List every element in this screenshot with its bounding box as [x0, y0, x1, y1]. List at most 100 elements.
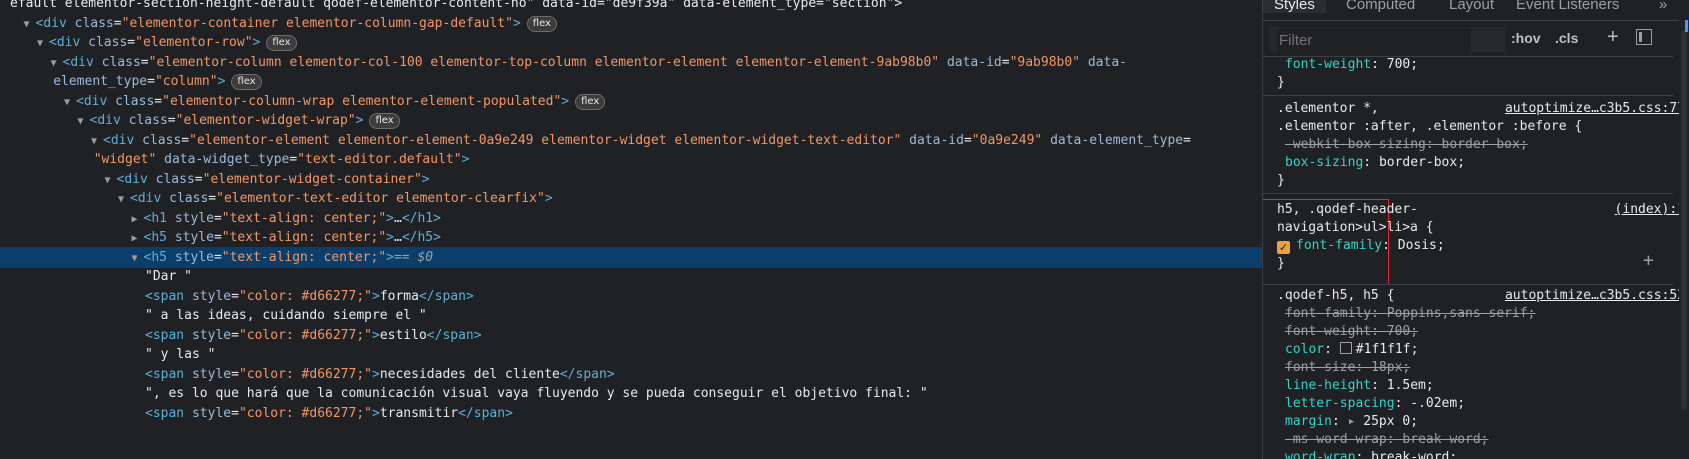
rule-source-link[interactable]: autoptimize…c3b5.css:52	[1505, 287, 1685, 305]
style-property-overridden[interactable]: -webkit-box-sizing: border-box;	[1285, 136, 1528, 154]
toggle-sidebar-icon[interactable]	[1636, 29, 1652, 45]
class-toggle-button[interactable]: .cls	[1555, 30, 1578, 46]
dom-token: "	[135, 35, 143, 50]
checkbox-checked-icon[interactable]: ✓	[1277, 241, 1290, 254]
dom-token: span	[152, 405, 185, 421]
rule-selector[interactable]: .elementor *,	[1277, 100, 1379, 118]
style-property-overridden[interactable]: font-family: Poppins,sans-serif;	[1285, 305, 1535, 323]
dom-node-row[interactable]: ▼ <div class="elementor-widget-container"…	[0, 169, 1262, 190]
new-rule-icon[interactable]: +	[1607, 26, 1619, 49]
tab-event-listeners[interactable]: Event Listeners	[1516, 0, 1619, 13]
dom-token: "	[162, 93, 170, 109]
dom-node-row[interactable]: ▼ <div class="elementor-element elementor…	[0, 130, 1262, 151]
color-swatch-icon[interactable]	[1339, 342, 1352, 354]
rule-selector[interactable]: .elementor :after, .elementor :before {	[1277, 118, 1582, 136]
dom-node-row[interactable]: ▼ <div class="elementor-column-wrap eleme…	[0, 91, 1262, 112]
dom-token: span	[152, 288, 185, 304]
flex-badge[interactable]: flex	[526, 15, 557, 32]
dom-node-row[interactable]: ▼ <div class="elementor-column elementor-…	[0, 52, 1262, 73]
tab-styles[interactable]: Styles	[1263, 0, 1326, 13]
dom-token: </	[426, 327, 443, 343]
flex-badge[interactable]: flex	[266, 35, 297, 51]
style-property[interactable]: ✓ font-family: Dosis;	[1277, 237, 1445, 255]
dom-token: div	[43, 15, 67, 31]
dom-token: >	[372, 366, 380, 382]
dom-node-row[interactable]: <span style="color: #d66277;">estilo</sp…	[0, 325, 1262, 346]
dom-node-row[interactable]: ▼ <div class="elementor-widget-wrap"> flex	[0, 110, 1262, 131]
rule-selector[interactable]: navigation>ul>li>a {	[1277, 219, 1434, 237]
style-property[interactable]: font-weight: 700;	[1285, 56, 1418, 74]
dom-token: "	[364, 366, 372, 382]
elements-tree-panel[interactable]: efault elementor-section-height-default …	[0, 0, 1262, 459]
dom-token	[80, 35, 88, 50]
style-property-overridden[interactable]: font-weight: 700;	[1285, 323, 1418, 341]
scrollbar[interactable]	[1679, 0, 1689, 459]
dom-token: class	[128, 113, 168, 128]
style-property-overridden[interactable]: font-size: 18px;	[1285, 359, 1410, 377]
filter-input[interactable]	[1277, 28, 1471, 52]
flex-badge[interactable]: flex	[575, 93, 606, 110]
dom-token: >	[386, 210, 394, 226]
style-property[interactable]: color: #1f1f1f;	[1285, 341, 1418, 359]
dom-token: >	[386, 230, 394, 245]
dom-node-row[interactable]: <span style="color: #d66277;">necesidade…	[0, 364, 1262, 385]
rule-close-brace: }	[1277, 256, 1285, 271]
rule-source-link[interactable]: autoptimize…c3b5.css:77	[1505, 100, 1685, 118]
dom-token: =	[1183, 132, 1191, 148]
dom-node-row[interactable]: element_type="column"> flex	[0, 71, 1262, 92]
dom-node-row[interactable]: ▶ <h1 style="text-align: center;">…</h1>	[0, 208, 1262, 229]
style-property-overridden[interactable]: -ms-word-wrap: break-word;	[1285, 431, 1489, 449]
dom-node-row[interactable]: ▼ <div class="elementor-text-editor eleme…	[0, 188, 1262, 209]
dom-node-row[interactable]: <span style="color: #d66277;">transmitir…	[0, 403, 1262, 424]
dom-token: >	[386, 249, 394, 265]
dom-node-row[interactable]: <span style="color: #d66277;">forma</spa…	[0, 286, 1262, 307]
dom-node-row[interactable]: ▶ <h5 style="text-align: center;">…</h5>	[0, 227, 1262, 248]
dom-node-row[interactable]: ", es lo que hará que la comunicación vi…	[0, 383, 1262, 404]
style-property[interactable]: line-height: 1.5em;	[1285, 377, 1434, 395]
tab-computed[interactable]: Computed	[1346, 0, 1415, 13]
more-tabs-icon[interactable]: »	[1659, 0, 1667, 13]
dom-token: "	[931, 54, 940, 70]
scrollbar-thumb[interactable]	[1681, 30, 1687, 410]
dom-node-row[interactable]: "widget" data-widget_type="text-editor.d…	[0, 149, 1262, 170]
style-property[interactable]: box-sizing: border-box;	[1285, 154, 1465, 172]
dom-node-row[interactable]: "Dar "	[0, 266, 1262, 287]
style-property[interactable]: margin: ▸ 25px 0;	[1285, 413, 1418, 431]
dom-token: =	[213, 230, 222, 245]
dom-token: span	[152, 327, 185, 343]
flex-badge[interactable]: flex	[231, 74, 262, 90]
dom-token	[184, 406, 192, 421]
dom-token: …	[393, 210, 402, 226]
rule-close-brace: }	[1277, 173, 1285, 188]
rule-selector[interactable]: h5, .qodef-header-	[1277, 201, 1418, 219]
flex-badge[interactable]: flex	[369, 113, 400, 129]
hover-state-button[interactable]: :hov	[1511, 30, 1541, 46]
dom-token: style	[191, 405, 232, 421]
dom-token: >	[465, 288, 474, 304]
dom-token: "	[378, 230, 387, 245]
dom-token: "	[189, 132, 197, 148]
dom-node-selected[interactable]: ▼ <h5 style="text-align: center;">== $0	[0, 246, 1262, 268]
dom-token: >	[372, 327, 380, 343]
rule-source-link[interactable]: (index):1	[1615, 201, 1685, 219]
dom-node-row[interactable]: " a las ideas, cuidando siempre el "	[0, 305, 1262, 326]
dom-token: =	[208, 191, 217, 206]
dom-node-row[interactable]: ▼ <div class="elementor-row"> flex	[0, 32, 1262, 53]
dom-node-row[interactable]: " y las "	[0, 344, 1262, 365]
expand-shorthand-icon[interactable]: ▸	[1348, 414, 1364, 429]
style-property[interactable]: word-wrap: break-word;	[1285, 449, 1457, 459]
dom-node-row[interactable]: ▼ <div class="elementor-container element…	[0, 13, 1262, 34]
dom-token: <	[130, 191, 138, 206]
style-property[interactable]: letter-spacing: -.02em;	[1285, 395, 1465, 413]
dom-token: element_type	[53, 74, 148, 89]
add-property-icon[interactable]: +	[1643, 252, 1654, 270]
dom-token: div	[70, 54, 94, 70]
dom-token: forma	[379, 288, 419, 304]
rule-selector[interactable]: .qodef-h5, h5 {	[1277, 287, 1394, 305]
dom-token: h5	[417, 230, 434, 245]
tab-layout[interactable]: Layout	[1449, 0, 1494, 13]
dom-token: "	[238, 288, 247, 304]
dom-token	[107, 94, 115, 109]
dom-token: "widget"	[93, 152, 157, 167]
dom-token: estilo	[379, 327, 427, 343]
